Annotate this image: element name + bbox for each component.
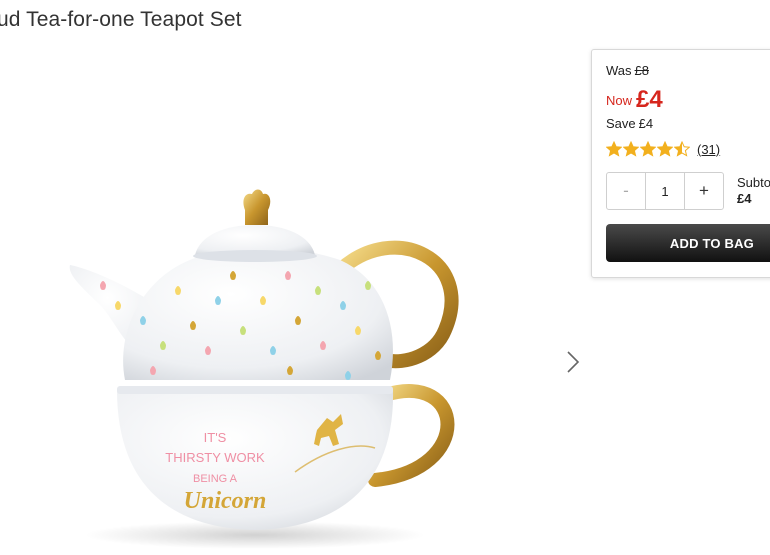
star-icon: [606, 141, 622, 157]
subtotal: Subto £4: [737, 175, 770, 206]
chevron-right-icon: [567, 351, 580, 373]
star-icon: [640, 141, 656, 157]
mug-text-line1: IT'S: [204, 430, 227, 445]
now-value: £4: [636, 86, 663, 113]
add-to-bag-button[interactable]: ADD TO BAG: [606, 224, 770, 262]
stars-container: [606, 141, 691, 157]
save-value: £4: [638, 116, 654, 131]
star-icon: [623, 141, 639, 157]
subtotal-value: £4: [737, 191, 752, 206]
was-value: £8: [634, 63, 649, 78]
subtotal-label: Subto: [737, 175, 770, 190]
mug-text-line3: BEING A: [193, 473, 238, 485]
product-title: ud Tea-for-one Teapot Set: [0, 8, 242, 31]
product-image: IT'S THIRSTY WORK BEING A Unicorn: [69, 189, 459, 549]
star-icon: [657, 141, 673, 157]
save-label: Save: [606, 116, 636, 131]
was-price: Was £8: [606, 63, 649, 78]
quantity-stepper: - 1 +: [606, 172, 724, 210]
decrease-quantity-button[interactable]: -: [607, 173, 646, 209]
was-label: Was: [606, 63, 632, 78]
next-image-button[interactable]: [560, 345, 586, 379]
now-price: Now £4: [606, 84, 663, 113]
star-rating: (31): [606, 141, 720, 157]
mug-text-line4: Unicorn: [184, 488, 267, 514]
review-count-link[interactable]: (31): [697, 142, 720, 157]
quantity-value[interactable]: 1: [646, 173, 684, 209]
save-amount: Save £4: [606, 116, 653, 131]
mug-text-line2: THIRSTY WORK: [165, 450, 265, 465]
star-icon: [674, 141, 690, 157]
now-label: Now: [606, 93, 633, 108]
increase-quantity-button[interactable]: +: [684, 173, 723, 209]
purchase-panel: Was £8 Now £4 Save £4 (31) - 1 + Subto £4 A…: [591, 49, 770, 278]
